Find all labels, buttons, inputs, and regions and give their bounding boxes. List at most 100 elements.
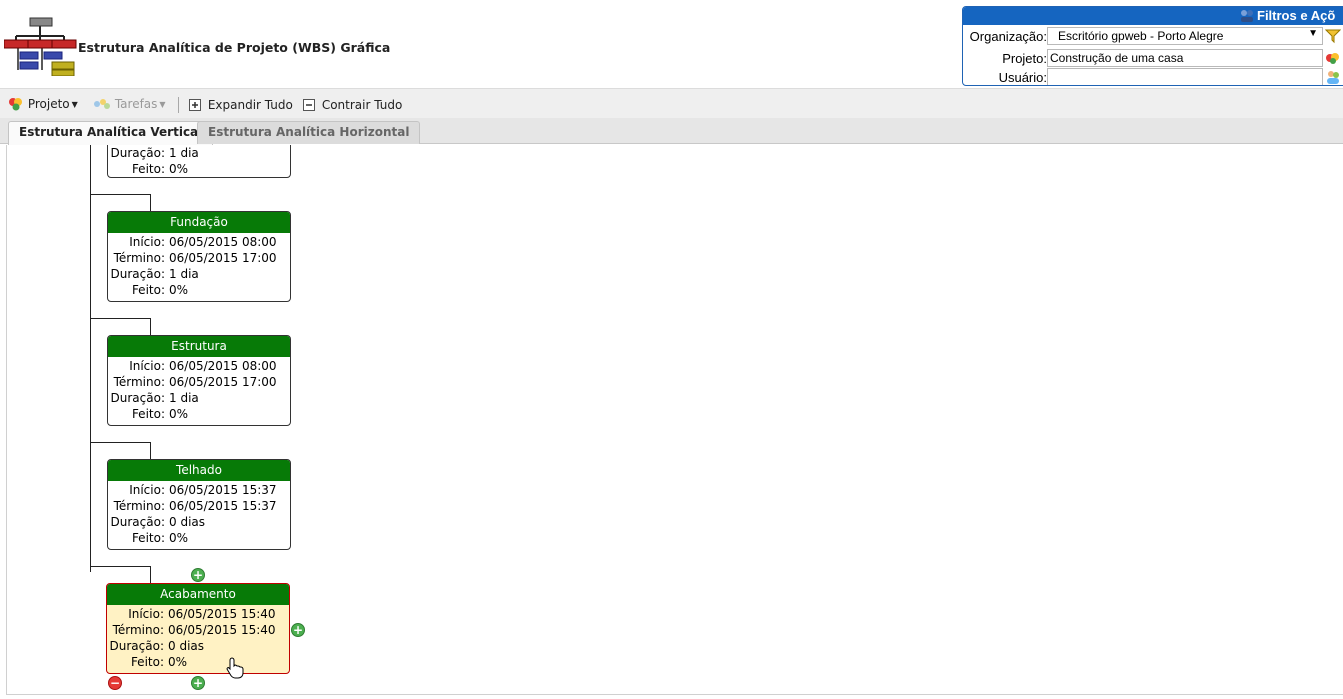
- connector-line: [90, 194, 151, 195]
- node-end-row: Término: 06/05/2015 15:40: [107, 622, 289, 638]
- duration-label: Duração:: [110, 146, 165, 160]
- end-value: 06/05/2015 15:40: [168, 623, 276, 637]
- wbs-trunk-line: [90, 145, 91, 572]
- tab-vertical[interactable]: Estrutura Analítica Vertical: [8, 121, 214, 145]
- start-label: Início:: [129, 483, 165, 497]
- project-row: Projeto: Construção de uma casa: [963, 48, 1343, 68]
- tasks-menu-label: Tarefas: [114, 97, 158, 111]
- connector-line: [90, 442, 151, 443]
- wbs-logo-icon: [4, 17, 77, 76]
- connector-line: [150, 318, 151, 335]
- hand-cursor-icon: [226, 657, 244, 679]
- tasks-menu-button[interactable]: Tarefas ▼: [93, 97, 166, 111]
- project-menu-label: Projeto: [27, 97, 70, 111]
- start-value: 06/05/2015 15:40: [168, 607, 276, 621]
- toolbar-divider: [178, 97, 179, 113]
- node-done-row: Feito: 0%: [108, 406, 290, 422]
- node-done-row: Feito: 0%: [108, 161, 290, 177]
- tab-horizontal[interactable]: Estrutura Analítica Horizontal: [197, 121, 421, 144]
- node-end-row: Término: 06/05/2015 17:00: [108, 374, 290, 390]
- connector-line: [150, 442, 151, 459]
- duration-label: Duração:: [110, 515, 165, 529]
- node-details: Início: 06/05/2015 15:37 Término: 06/05/20…: [108, 481, 290, 548]
- duration-label: Duração:: [110, 267, 165, 281]
- tasks-icon: [94, 99, 110, 109]
- user-label: Usuário:: [998, 70, 1047, 85]
- add-sibling-above-button[interactable]: +: [191, 568, 205, 582]
- end-label: Término:: [113, 251, 165, 265]
- end-label: Término:: [112, 623, 164, 637]
- node-done-row: Feito: 0%: [107, 654, 289, 670]
- user-picker-icon[interactable]: [1325, 69, 1341, 85]
- done-value: 0%: [169, 283, 189, 297]
- duration-label: Duração:: [110, 391, 165, 405]
- done-value: 0%: [169, 531, 189, 545]
- start-value: 06/05/2015 08:00: [169, 359, 277, 373]
- node-details: Duração: 1 dia Feito: 0%: [108, 145, 290, 177]
- node-duration-row: Duração: 1 dia: [108, 266, 290, 282]
- connector-line: [150, 566, 151, 583]
- wbs-node-estrutura[interactable]: Estrutura Início: 06/05/2015 08:00 Términ…: [107, 335, 291, 426]
- expand-all-button[interactable]: Expandir Tudo: [189, 98, 293, 112]
- done-label: Feito:: [130, 655, 164, 669]
- filter-funnel-icon[interactable]: [1325, 28, 1341, 44]
- organization-row: Organização: Escritório gpweb - Porto Al…: [963, 26, 1343, 46]
- node-start-row: Início: 06/05/2015 15:40: [107, 606, 289, 622]
- wbs-node-fundacao[interactable]: Fundação Início: 06/05/2015 08:00 Término…: [107, 211, 291, 302]
- filters-panel: Filtros e Açõ Organização: Escritório gp…: [962, 6, 1343, 86]
- collapse-icon: [303, 99, 315, 111]
- caret-down-icon: ▼: [71, 100, 78, 109]
- user-field[interactable]: [1047, 68, 1323, 85]
- node-duration-row: Duração: 0 dias: [108, 514, 290, 530]
- expand-all-label: Expandir Tudo: [207, 98, 293, 112]
- done-value: 0%: [168, 655, 188, 669]
- organization-label: Organização:: [969, 29, 1047, 44]
- project-menu-button[interactable]: Projeto ▼: [8, 97, 78, 111]
- toolbar: Projeto ▼ Tarefas ▼ Expandir Tudo Contrair…: [0, 88, 1343, 118]
- wbs-node-telhado[interactable]: Telhado Início: 06/05/2015 15:37 Término:…: [107, 459, 291, 550]
- project-field[interactable]: Construção de uma casa: [1047, 49, 1323, 67]
- node-duration-row: Duração: 0 dias: [107, 638, 289, 654]
- page-header: Estrutura Analítica de Projeto (WBS) Grá…: [0, 0, 1343, 88]
- end-label: Término:: [113, 499, 165, 513]
- node-done-row: Feito: 0%: [108, 282, 290, 298]
- connector-line: [90, 318, 151, 319]
- duration-value: 0 dias: [169, 515, 206, 529]
- caret-down-icon: ▼: [159, 100, 166, 109]
- add-child-button[interactable]: +: [291, 623, 305, 637]
- project-picker-icon[interactable]: [1325, 50, 1341, 66]
- start-value: 06/05/2015 08:00: [169, 235, 277, 249]
- duration-value: 1 dia: [169, 391, 199, 405]
- delete-node-button[interactable]: −: [108, 676, 122, 690]
- node-title: Estrutura: [108, 336, 290, 357]
- node-details: Início: 06/05/2015 08:00 Término: 06/05/20…: [108, 233, 290, 300]
- done-label: Feito:: [131, 283, 165, 297]
- user-row: Usuário:: [963, 67, 1343, 85]
- collapse-all-button[interactable]: Contrair Tudo: [303, 98, 402, 112]
- expand-icon: [189, 99, 201, 111]
- end-value: 06/05/2015 17:00: [169, 251, 277, 265]
- project-icon: [9, 98, 22, 111]
- add-sibling-below-button[interactable]: +: [191, 676, 205, 690]
- node-end-row: Término: 06/05/2015 17:00: [108, 250, 290, 266]
- done-label: Feito:: [131, 162, 165, 176]
- filters-panel-header[interactable]: Filtros e Açõ: [963, 7, 1343, 25]
- node-duration-row: Duração: 1 dia: [108, 390, 290, 406]
- start-value: 06/05/2015 15:37: [169, 483, 277, 497]
- start-label: Início:: [129, 235, 165, 249]
- node-duration-row: Duração: 1 dia: [108, 145, 290, 161]
- page-title: Estrutura Analítica de Projeto (WBS) Grá…: [78, 40, 391, 55]
- end-label: Término:: [113, 375, 165, 389]
- start-label: Início:: [128, 607, 164, 621]
- wbs-node-previous[interactable]: Duração: 1 dia Feito: 0%: [107, 145, 291, 178]
- node-title: Acabamento: [107, 584, 289, 605]
- node-title: Telhado: [108, 460, 290, 481]
- organization-select[interactable]: Escritório gpweb - Porto Alegre ▼: [1047, 27, 1323, 45]
- done-label: Feito:: [131, 531, 165, 545]
- connector-line: [90, 566, 151, 567]
- project-value: Construção de uma casa: [1050, 51, 1184, 65]
- node-details: Início: 06/05/2015 15:40 Término: 06/05/20…: [107, 605, 289, 672]
- wbs-node-acabamento[interactable]: Acabamento Início: 06/05/2015 15:40 Térmi…: [106, 583, 290, 674]
- duration-value: 0 dias: [168, 639, 205, 653]
- node-end-row: Término: 06/05/2015 15:37: [108, 498, 290, 514]
